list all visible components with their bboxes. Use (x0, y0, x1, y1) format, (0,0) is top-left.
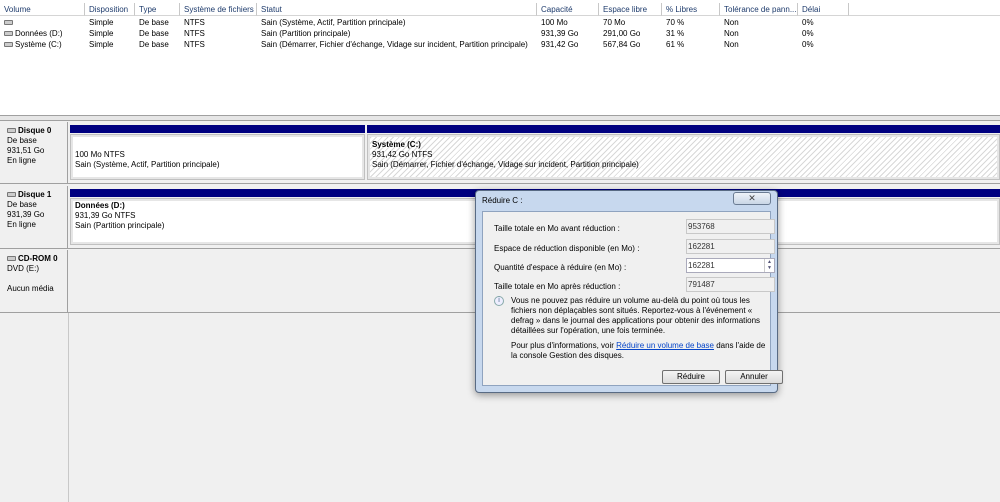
table-cell: 291,00 Go (603, 29, 641, 38)
col-empty (849, 3, 1000, 16)
table-cell[interactable]: Données (D:) (0, 28, 63, 39)
table-cell: NTFS (184, 29, 205, 38)
pane-splitter[interactable] (0, 116, 1000, 121)
col-volume[interactable]: Volume (0, 3, 85, 16)
disk-icon (7, 192, 16, 198)
value-total-after: 791487 (686, 277, 775, 292)
table-cell: 0% (802, 18, 814, 27)
amount-spinbox[interactable]: 162281 ▲ ▼ (686, 258, 775, 273)
table-cell: 100 Mo (541, 18, 568, 27)
col-pct-free[interactable]: % Libres (662, 3, 720, 16)
col-filesystem[interactable]: Système de fichiers (180, 3, 257, 16)
value-total-before: 953768 (686, 219, 775, 234)
table-cell: NTFS (184, 18, 205, 27)
shrink-button[interactable]: Réduire (662, 370, 720, 384)
disk-label[interactable]: Disque 1 De base 931,39 Go En ligne (0, 186, 68, 248)
table-cell: 0% (802, 40, 814, 49)
col-fault-tolerance[interactable]: Tolérance de pann... (720, 3, 798, 16)
table-cell[interactable] (0, 17, 15, 28)
table-cell: De base (139, 18, 169, 27)
table-cell: Sain (Démarrer, Fichier d'échange, Vidag… (261, 40, 528, 49)
label-available: Espace de réduction disponible (en Mo) : (494, 244, 640, 253)
table-cell: 61 % (666, 40, 685, 49)
table-cell: 931,39 Go (541, 29, 579, 38)
col-type[interactable]: Type (135, 3, 180, 16)
table-cell: Sain (Système, Actif, Partition principa… (261, 18, 406, 27)
disk-icon (7, 128, 16, 134)
close-button[interactable]: ✕ (733, 192, 771, 205)
col-free[interactable]: Espace libre (599, 3, 662, 16)
col-status[interactable]: Statut (257, 3, 537, 16)
col-overhead[interactable]: Délai (798, 3, 849, 16)
table-cell: 70 Mo (603, 18, 626, 27)
col-disposition[interactable]: Disposition (85, 3, 135, 16)
table-cell: Non (724, 29, 739, 38)
volume-list: Volume Disposition Type Système de fichi… (0, 0, 1000, 116)
dialog-title: Réduire C : (482, 196, 523, 205)
table-cell: 0% (802, 29, 814, 38)
label-total-before: Taille totale en Mo avant réduction : (494, 224, 620, 233)
more-info: Pour plus d'informations, voir Réduire u… (511, 341, 766, 360)
table-cell: 567,84 Go (603, 40, 641, 49)
volume-icon (4, 20, 13, 26)
table-cell: Simple (89, 29, 114, 38)
table-cell: De base (139, 29, 169, 38)
label-amount: Quantité d'espace à réduire (en Mo) : (494, 263, 627, 272)
table-cell: Simple (89, 40, 114, 49)
table-cell: 31 % (666, 29, 685, 38)
cdrom-label[interactable]: CD-ROM 0 DVD (E:) Aucun média (0, 250, 68, 312)
shrink-dialog: Réduire C : ✕ Taille totale en Mo avant … (475, 190, 783, 393)
col-capacity[interactable]: Capacité (537, 3, 599, 16)
spin-arrows-icon[interactable]: ▲ ▼ (764, 259, 774, 272)
label-total-after: Taille totale en Mo après réduction : (494, 282, 621, 291)
volume-icon (4, 31, 13, 37)
divider (68, 313, 69, 502)
volume-icon (4, 42, 13, 48)
table-cell: NTFS (184, 40, 205, 49)
disk-row-0: Disque 0 De base 931,51 Go En ligne 100 Mo … (0, 122, 1000, 184)
info-icon: i (494, 296, 504, 306)
help-link[interactable]: Réduire un volume de base (616, 341, 714, 350)
table-cell[interactable]: Système (C:) (0, 39, 62, 50)
table-cell: Non (724, 40, 739, 49)
cdrom-icon (7, 256, 16, 262)
table-cell: De base (139, 40, 169, 49)
table-cell: 931,42 Go (541, 40, 579, 49)
partition-system-reserved[interactable]: 100 Mo NTFS Sain (Système, Actif, Partiti… (70, 125, 365, 180)
disk-label[interactable]: Disque 0 De base 931,51 Go En ligne (0, 122, 68, 183)
cancel-button[interactable]: Annuler (725, 370, 783, 384)
table-cell: Simple (89, 18, 114, 27)
table-cell: 70 % (666, 18, 685, 27)
amount-input[interactable]: 162281 (688, 261, 715, 270)
partition-c[interactable]: Système (C:) 931,42 Go NTFS Sain (Démarrer… (367, 125, 1000, 180)
info-message: Vous ne pouvez pas réduire un volume au-… (511, 296, 761, 335)
table-cell: Sain (Partition principale) (261, 29, 351, 38)
table-cell: Non (724, 18, 739, 27)
value-available: 162281 (686, 239, 775, 254)
